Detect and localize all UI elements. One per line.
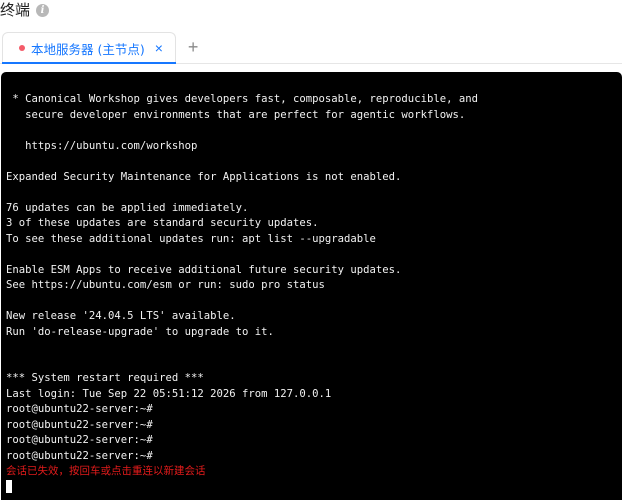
terminal-line: Expanded Security Maintenance for Applic…: [6, 170, 402, 183]
terminal-screen[interactable]: * Canonical Workshop gives developers fa…: [1, 72, 622, 500]
terminal-line: * Canonical Workshop gives developers fa…: [6, 93, 478, 105]
plus-icon[interactable]: +: [188, 38, 199, 56]
close-icon[interactable]: ×: [155, 41, 163, 55]
terminal-line: root@ubuntu22-server:~#: [6, 434, 153, 446]
page-header: 终端 i: [0, 0, 50, 20]
connection-status-dot: [19, 45, 25, 51]
terminal-line: New release '24.04.5 LTS' available.: [6, 310, 236, 322]
terminal-line: *** System restart required ***: [6, 372, 204, 384]
terminal-page: 终端 i 本地服务器 (主节点) × + * Canonical Worksho…: [0, 0, 622, 500]
terminal-line: To see these additional updates run: apt…: [6, 232, 376, 245]
session-expired-message: 会话已失效，按回车或点击重连以新建会话: [6, 465, 206, 477]
terminal-line: 3 of these updates are standard security…: [6, 217, 319, 229]
session-tabbar: 本地服务器 (主节点) × +: [0, 30, 622, 64]
terminal-line: secure developer environments that are p…: [6, 108, 466, 121]
terminal-line: root@ubuntu22-server:~#: [6, 418, 153, 431]
terminal-input-line[interactable]: [6, 479, 622, 496]
page-title: 终端: [0, 1, 31, 19]
terminal-cursor: [6, 479, 12, 493]
terminal-line: Last login: Tue Sep 22 05:51:12 2026 fro…: [6, 387, 332, 400]
terminal-line: root@ubuntu22-server:~#: [6, 403, 153, 415]
info-icon[interactable]: i: [36, 3, 50, 17]
tab-label: 本地服务器 (主节点): [31, 41, 145, 57]
terminal-line: Run 'do-release-upgrade' to upgrade to i…: [6, 325, 274, 338]
terminal-line: root@ubuntu22-server:~#: [6, 449, 153, 462]
terminal-line: Enable ESM Apps to receive additional fu…: [6, 263, 402, 276]
tab-local-server[interactable]: 本地服务器 (主节点) ×: [2, 32, 176, 64]
terminal-line: See https://ubuntu.com/esm or run: sudo …: [6, 279, 325, 291]
terminal-line: https://ubuntu.com/workshop: [6, 139, 198, 152]
terminal-line: 76 updates can be applied immediately.: [6, 201, 249, 214]
